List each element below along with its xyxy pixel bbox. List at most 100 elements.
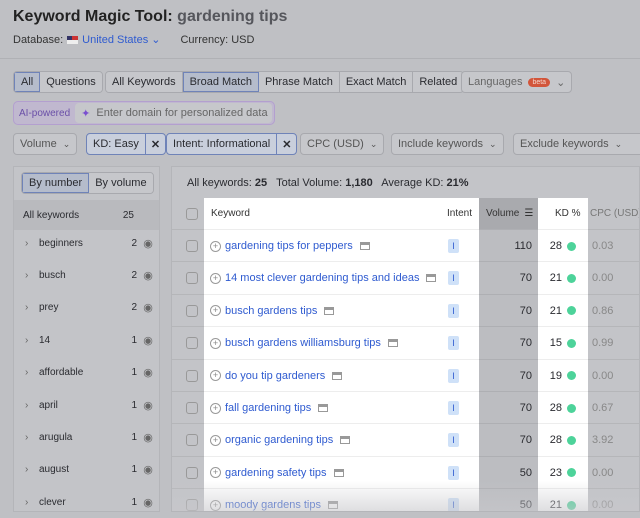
eye-icon[interactable]: ◉ [137,431,159,444]
add-to-list-icon[interactable]: + [210,272,221,284]
keyword-link[interactable]: busch gardens williamsburg tips [225,337,381,349]
include-keywords-filter[interactable]: Include keywords ⌄ [391,133,504,155]
volume-header[interactable]: Volume ☰ [486,198,533,229]
eye-icon[interactable]: ◉ [137,496,159,509]
chevron-right-icon[interactable]: › [25,367,39,378]
tab-questions[interactable]: Questions [40,72,102,92]
intent-header[interactable]: Intent [447,198,472,229]
keyword-group-item[interactable]: › clever 1 ◉ [14,486,159,518]
kd-header[interactable]: KD % [555,198,581,229]
languages-dropdown[interactable]: Languages beta ⌄ [461,71,573,93]
keyword-group-item[interactable]: › prey 2 ◉ [14,292,159,324]
keyword-link[interactable]: fall gardening tips [225,402,311,414]
keyword-link[interactable]: gardening safety tips [225,467,327,479]
exclude-keywords-filter[interactable]: Exclude keywords ⌄ [513,133,640,155]
domain-input[interactable]: ✦ Enter domain for personalized data [75,103,272,123]
row-checkbox[interactable] [186,434,198,447]
chevron-right-icon[interactable]: › [25,302,39,313]
intent-badge: I [448,368,459,383]
serp-icon[interactable] [340,436,351,445]
table-row: +14 most clever gardening tips and ideas… [172,261,639,293]
eye-icon[interactable]: ◉ [137,269,159,282]
close-icon[interactable]: ✕ [276,134,296,154]
add-to-list-icon[interactable]: + [210,305,221,317]
chevron-right-icon[interactable]: › [25,432,39,443]
chevron-right-icon[interactable]: › [25,497,39,508]
serp-icon[interactable] [333,468,344,477]
keyword-group-item[interactable]: › arugula 1 ◉ [14,421,159,453]
all-keywords-group[interactable]: All keywords 25 [14,200,159,230]
keyword-link[interactable]: busch gardens tips [225,305,317,317]
cpc-filter[interactable]: CPC (USD) ⌄ [300,133,385,155]
row-checkbox[interactable] [186,304,198,317]
volume-value: 70 [519,369,532,382]
eye-icon[interactable]: ◉ [137,366,159,379]
volume-value: 110 [514,240,532,252]
add-to-list-icon[interactable]: + [210,240,221,252]
volume-value: 70 [519,402,532,414]
question-filter: All Questions [13,71,103,93]
add-to-list-icon[interactable]: + [210,370,221,382]
kd-value: 28 [538,424,576,456]
chevron-right-icon[interactable]: › [25,400,39,411]
keyword-link[interactable]: do you tip gardeners [225,370,325,382]
keyword-link[interactable]: 14 most clever gardening tips and ideas [225,272,419,284]
tab-related[interactable]: Related [413,72,464,92]
tab-all[interactable]: All [14,72,41,92]
row-checkbox[interactable] [186,466,198,479]
serp-icon[interactable] [318,404,329,412]
table-row: + busch gardens tips I 70 21 0.86 [172,293,639,327]
add-to-list-icon[interactable]: + [210,402,221,414]
kd-value: 21 [538,295,576,327]
chevron-right-icon[interactable]: › [25,238,39,249]
intent-filter-chip[interactable]: Intent: Informational ✕ [166,133,298,155]
serp-icon[interactable] [387,339,398,348]
add-to-list-icon[interactable]: + [210,434,221,446]
serp-icon[interactable] [324,306,335,315]
serp-icon[interactable] [359,242,370,250]
tab-exact-match[interactable]: Exact Match [339,72,414,92]
eye-icon[interactable]: ◉ [137,463,159,476]
eye-icon[interactable]: ◉ [137,399,159,412]
table-row: + busch gardens williamsburg tips I 70 15… [172,326,639,358]
keyword-groups-sidebar: By number By volume All keywords 25 › begin… [13,166,160,512]
keyword-group-item[interactable]: › beginners 2 ◉ [14,227,159,259]
close-icon[interactable]: ✕ [144,134,165,154]
eye-icon[interactable]: ◉ [137,301,159,314]
add-to-list-icon[interactable]: + [210,467,221,479]
keyword-group-item[interactable]: › august 1 ◉ [14,454,159,486]
row-checkbox[interactable] [186,240,198,252]
tab-broad-match[interactable]: Broad Match [182,72,259,92]
tab-phrase-match[interactable]: Phrase Match [258,72,340,92]
row-checkbox[interactable] [186,272,198,285]
by-volume-button[interactable]: By volume [89,173,153,193]
cpc-header[interactable]: CPC (USD) [590,198,639,229]
row-checkbox[interactable] [186,369,198,382]
chevron-right-icon[interactable]: › [25,335,39,346]
chevron-right-icon[interactable]: › [25,270,39,281]
keyword-group-item[interactable]: › affordable 1 ◉ [14,357,159,389]
database-selector[interactable]: United States ⌄ [82,33,160,46]
keyword-group-item[interactable]: › busch 2 ◉ [14,259,159,291]
tab-all-keywords[interactable]: All Keywords [106,72,183,92]
ai-label: AI-powered [19,107,71,119]
add-to-list-icon[interactable]: + [210,337,221,349]
keyword-group-item[interactable]: › april 1 ◉ [14,389,159,421]
volume-filter[interactable]: Volume ⌄ [13,133,78,155]
keyword-group-item[interactable]: › 14 1 ◉ [14,324,159,356]
by-number-button[interactable]: By number [22,173,90,193]
keyword-link[interactable]: gardening tips for peppers [225,240,353,252]
row-checkbox[interactable] [186,402,198,414]
kd-filter-chip[interactable]: KD: Easy ✕ [86,133,167,155]
kd-easy-dot-icon [567,241,576,251]
serp-icon[interactable] [426,274,437,283]
volume-value: 70 [519,272,532,285]
row-checkbox[interactable] [186,337,198,350]
eye-icon[interactable]: ◉ [137,334,159,347]
chevron-right-icon[interactable]: › [25,464,39,475]
keyword-link[interactable]: organic gardening tips [225,434,333,446]
serp-icon[interactable] [332,371,343,380]
keyword-header[interactable]: Keyword [211,198,250,229]
select-all-checkbox[interactable] [186,208,198,220]
eye-icon[interactable]: ◉ [137,237,159,250]
